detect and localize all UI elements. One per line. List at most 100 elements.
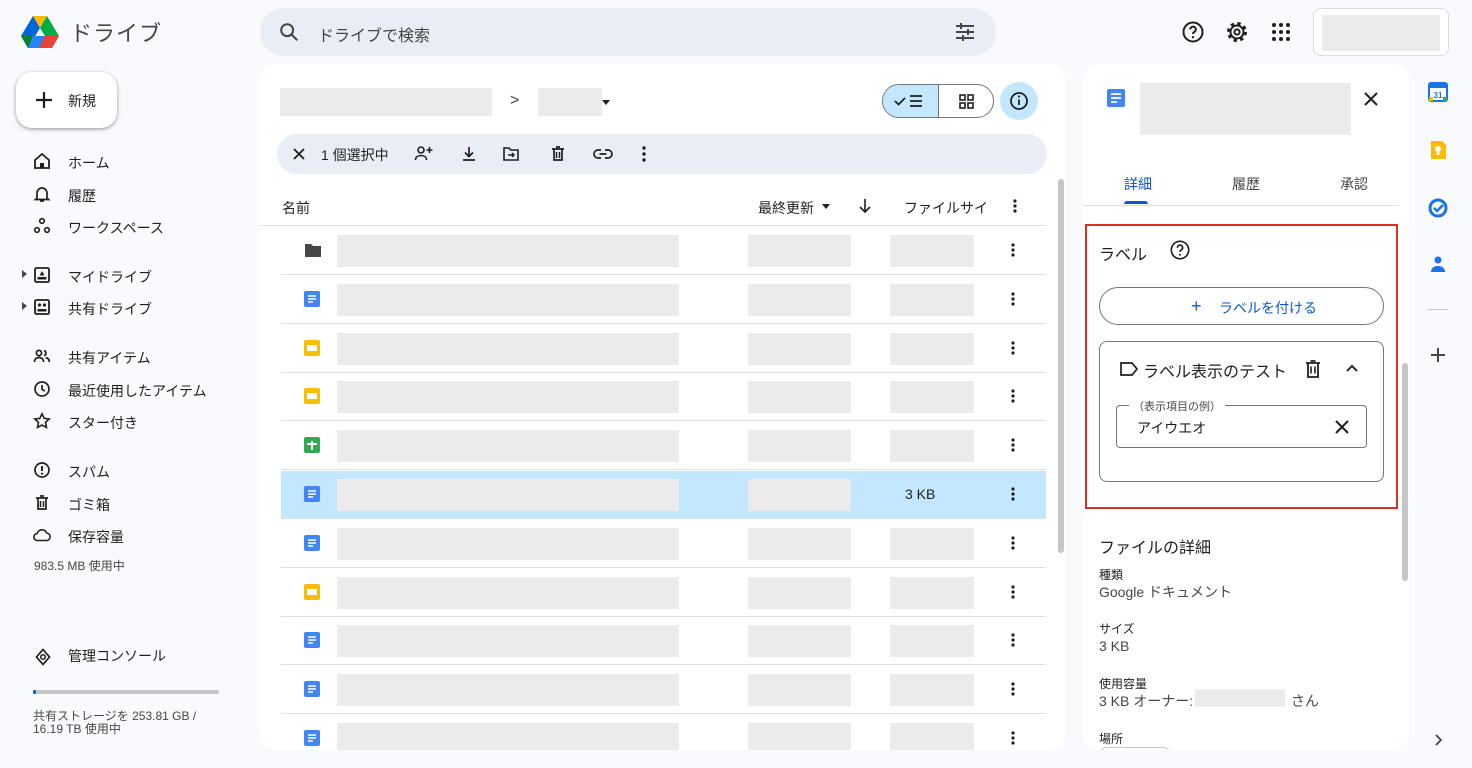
file-row[interactable]: 3 KB (281, 471, 1046, 519)
clear-field-icon[interactable] (1333, 418, 1351, 436)
row-more-actions-icon[interactable] (1010, 339, 1016, 357)
sidebar-item-spam[interactable]: スパム (0, 454, 250, 486)
breadcrumb-current-placeholder[interactable] (538, 88, 602, 116)
remove-label-trash-icon[interactable] (1304, 359, 1322, 379)
row-more-actions-icon[interactable] (1010, 631, 1016, 649)
file-row[interactable] (281, 569, 1046, 617)
expand-arrow-icon[interactable] (22, 302, 27, 310)
new-button[interactable]: 新規 (16, 72, 117, 128)
file-name-placeholder[interactable] (337, 576, 679, 609)
file-row[interactable] (281, 666, 1046, 715)
apps-grid-icon[interactable] (1269, 20, 1293, 44)
add-label-button[interactable]: + ラベルを付ける (1099, 287, 1384, 325)
file-name-placeholder[interactable] (337, 625, 679, 658)
tasks-app-icon[interactable] (1428, 198, 1448, 218)
file-name-placeholder[interactable] (337, 332, 679, 365)
search-input[interactable]: ドライブで検索 (318, 22, 430, 46)
sidebar-item-trash[interactable]: ゴミ箱 (0, 487, 250, 519)
file-name-placeholder[interactable] (337, 527, 679, 560)
file-row[interactable] (281, 520, 1046, 568)
settings-gear-icon[interactable] (1225, 20, 1249, 44)
details-scrollbar[interactable] (1402, 363, 1408, 581)
tab-activity[interactable]: 履歴 (1232, 174, 1260, 194)
breadcrumb-dropdown-icon[interactable] (602, 100, 610, 105)
column-file-size[interactable]: ファイルサイ (904, 198, 988, 218)
file-row[interactable] (281, 617, 1046, 666)
modified-dropdown-icon[interactable] (822, 204, 830, 209)
file-size-placeholder (890, 723, 974, 750)
sidebar-item-shared-with-me[interactable]: 共有アイテム (0, 340, 250, 372)
file-row[interactable] (281, 227, 1046, 275)
info-icon[interactable] (1000, 82, 1038, 120)
delete-icon[interactable] (549, 145, 567, 163)
row-more-actions-icon[interactable] (1010, 387, 1016, 405)
location-chip[interactable] (1099, 747, 1171, 750)
file-list-scrollbar[interactable] (1058, 179, 1064, 553)
row-more-actions-icon[interactable] (1010, 290, 1016, 308)
drive-logo[interactable] (20, 14, 60, 50)
download-icon[interactable] (460, 145, 478, 163)
file-name-placeholder[interactable] (337, 283, 679, 316)
search-options-icon[interactable] (954, 22, 976, 42)
tab-details[interactable]: 詳細 (1124, 174, 1152, 194)
sidebar-item-workspace[interactable]: ワークスペース (0, 210, 250, 242)
file-row[interactable] (281, 715, 1046, 750)
more-actions-icon[interactable] (641, 145, 647, 163)
sidebar-item-starred[interactable]: スター付き (0, 405, 250, 437)
expand-arrow-icon[interactable] (22, 270, 27, 278)
row-more-actions-icon[interactable] (1010, 485, 1016, 503)
account-button[interactable] (1313, 8, 1449, 56)
sidebar-item-shared-drives[interactable]: 共有ドライブ (0, 291, 250, 323)
app-title[interactable]: ドライブ (70, 16, 162, 48)
file-row[interactable] (281, 325, 1046, 373)
row-more-actions-icon[interactable] (1010, 680, 1016, 698)
calendar-app-icon[interactable]: 31 (1428, 82, 1448, 102)
file-row[interactable] (281, 422, 1046, 471)
help-icon[interactable] (1181, 20, 1205, 44)
clear-selection-icon[interactable] (291, 146, 307, 162)
sort-down-arrow-icon[interactable] (858, 198, 872, 214)
sidebar-item-storage[interactable]: 保存容量 (0, 519, 250, 551)
sidebar-item-label: マイドライブ (68, 269, 152, 285)
file-name-placeholder[interactable] (337, 479, 679, 511)
share-add-person-icon[interactable] (414, 145, 434, 163)
column-last-modified[interactable]: 最終更新 (758, 198, 814, 218)
admin-console-link[interactable]: 管理コンソール (0, 640, 250, 672)
contacts-app-icon[interactable] (1428, 254, 1448, 274)
row-more-actions-icon[interactable] (1010, 241, 1016, 259)
row-more-actions-icon[interactable] (1010, 534, 1016, 552)
file-row[interactable] (281, 276, 1046, 324)
column-name[interactable]: 名前 (282, 198, 310, 218)
label-field-input[interactable]: （表示項目の例） アイウエオ (1116, 398, 1367, 448)
file-row[interactable] (281, 373, 1046, 422)
sidebar-item-history[interactable]: 履歴 (0, 178, 250, 210)
grid-view-button[interactable] (939, 85, 993, 117)
file-name-placeholder[interactable] (337, 430, 679, 463)
row-more-actions-icon[interactable] (1010, 583, 1016, 601)
sidebar-item-recent[interactable]: 最近使用したアイテム (0, 373, 250, 405)
file-name-placeholder[interactable] (337, 674, 679, 707)
file-name-placeholder[interactable] (337, 235, 679, 267)
search-bar[interactable]: ドライブで検索 (260, 8, 996, 56)
move-to-folder-icon[interactable] (502, 145, 520, 163)
labels-help-icon[interactable] (1169, 239, 1191, 261)
column-options-icon[interactable] (1012, 198, 1018, 214)
list-view-button[interactable] (883, 85, 939, 117)
search-icon[interactable] (278, 21, 300, 43)
row-more-actions-icon[interactable] (1010, 729, 1016, 747)
google-sheets-icon (304, 437, 322, 455)
expand-side-panel-chevron-icon[interactable] (1428, 730, 1448, 750)
copy-link-icon[interactable] (593, 145, 613, 163)
row-more-actions-icon[interactable] (1010, 436, 1016, 454)
keep-app-icon[interactable] (1428, 140, 1448, 160)
close-panel-icon[interactable] (1362, 90, 1380, 108)
file-name-placeholder[interactable] (337, 381, 679, 414)
sidebar-item-home[interactable]: ホーム (0, 145, 250, 177)
tab-approvals[interactable]: 承認 (1340, 174, 1368, 194)
breadcrumb-root-placeholder[interactable] (280, 88, 492, 116)
field-value[interactable]: アイウエオ (1137, 418, 1206, 438)
collapse-chevron-up-icon[interactable] (1344, 362, 1360, 374)
sidebar-item-my-drive[interactable]: マイドライブ (0, 259, 250, 291)
file-name-placeholder[interactable] (337, 723, 679, 750)
get-addons-plus-icon[interactable] (1428, 345, 1448, 365)
